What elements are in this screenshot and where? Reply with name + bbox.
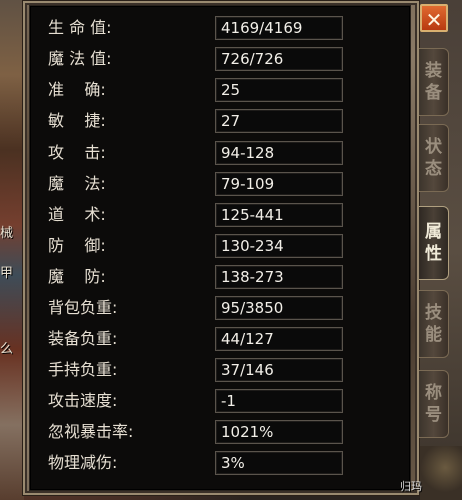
stat-value: 44/127: [221, 330, 274, 348]
stat-label: 忽视暴击率:: [48, 422, 134, 441]
tab-label-char: 装: [425, 61, 442, 81]
stat-value-box: 4169/4169: [215, 16, 343, 40]
stat-label: 物理减伤:: [48, 453, 118, 472]
stat-value-box: 130-234: [215, 234, 343, 258]
stat-value-box: 138-273: [215, 265, 343, 289]
stats-panel: 生 命 值: 4169/4169 魔 法 值: 726/726 准 确: 25 …: [30, 6, 410, 490]
stat-value-box: 44/127: [215, 327, 343, 351]
stat-row-equip-weight: 装备负重: 44/127: [30, 327, 410, 351]
tab-label-char: 称: [425, 383, 442, 403]
stat-row-magic: 魔 法: 79-109: [30, 172, 410, 196]
tab-label-char: 状: [425, 137, 442, 157]
stat-value: 79-109: [221, 175, 275, 193]
stat-value: 95/3850: [221, 299, 284, 317]
tab-label-char: 能: [425, 325, 442, 345]
stat-row-bag-weight: 背包负重: 95/3850: [30, 296, 410, 320]
stat-label: 敏 捷:: [48, 111, 106, 130]
stat-label: 背包负重:: [48, 298, 118, 317]
tab-label-char: 备: [425, 83, 442, 103]
stat-value: 138-273: [221, 268, 284, 286]
stat-value-box: 726/726: [215, 47, 343, 71]
stat-value: 4169/4169: [221, 19, 303, 37]
stat-row-attack-speed: 攻击速度: -1: [30, 389, 410, 413]
stat-row-physical-reduction: 物理减伤: 3%: [30, 451, 410, 475]
stat-label: 攻 击:: [48, 143, 106, 162]
stat-label: 手持负重:: [48, 360, 118, 379]
stat-value-box: 95/3850: [215, 296, 343, 320]
tab-label-char: 态: [425, 159, 442, 179]
tab-equipment[interactable]: 装 备: [419, 48, 449, 116]
stat-row-taoism: 道 术: 125-441: [30, 203, 410, 227]
stat-label: 装备负重:: [48, 329, 118, 348]
game-world-background: [0, 0, 24, 500]
stat-row-ignore-crit: 忽视暴击率: 1021%: [30, 420, 410, 444]
stat-row-agility: 敏 捷: 27: [30, 109, 410, 133]
stat-label: 道 术:: [48, 205, 106, 224]
corner-ornament: [420, 446, 462, 500]
tab-skills[interactable]: 技 能: [419, 290, 449, 358]
stat-row-hand-weight: 手持负重: 37/146: [30, 358, 410, 382]
character-window: 械 甲 么 生 命 值: 4169/4169 魔 法 值: 726/726 准 …: [0, 0, 462, 500]
stat-value: 726/726: [221, 50, 284, 68]
stat-label: 攻击速度:: [48, 391, 118, 410]
stat-label: 魔 法:: [48, 174, 106, 193]
stat-row-magic-defense: 魔 防: 138-273: [30, 265, 410, 289]
stat-label: 魔 法 值:: [48, 49, 112, 68]
stat-value-box: 79-109: [215, 172, 343, 196]
tab-label-char: 性: [425, 244, 442, 264]
tab-attributes[interactable]: 属 性: [419, 206, 449, 280]
stat-value-box: -1: [215, 389, 343, 413]
background-text-fragment: 甲: [0, 266, 14, 281]
stat-value: 1021%: [221, 423, 274, 441]
stat-row-hp: 生 命 值: 4169/4169: [30, 16, 410, 40]
stat-label: 魔 防:: [48, 267, 106, 286]
stat-label: 防 御:: [48, 236, 106, 255]
stat-value: 37/146: [221, 361, 274, 379]
stat-row-mp: 魔 法 值: 726/726: [30, 47, 410, 71]
stat-row-accuracy: 准 确: 25: [30, 78, 410, 102]
stat-value-box: 25: [215, 78, 343, 102]
stat-value: 130-234: [221, 237, 284, 255]
stat-label: 准 确:: [48, 80, 106, 99]
stat-value: -1: [221, 392, 236, 410]
close-button[interactable]: ✕: [420, 4, 448, 32]
tab-label-char: 技: [425, 303, 442, 323]
tab-label-char: 属: [425, 222, 442, 242]
stat-value-box: 27: [215, 109, 343, 133]
stat-value-box: 125-441: [215, 203, 343, 227]
stat-value: 25: [221, 81, 241, 99]
background-text-fragment: 械: [0, 226, 14, 241]
background-text-fragment: 么: [0, 342, 14, 357]
stat-value-box: 1021%: [215, 420, 343, 444]
stat-value: 3%: [221, 454, 245, 472]
background-text-fragment: 归玛: [400, 480, 422, 493]
stat-value-box: 94-128: [215, 141, 343, 165]
stat-value-box: 37/146: [215, 358, 343, 382]
stat-row-defense: 防 御: 130-234: [30, 234, 410, 258]
stat-value: 27: [221, 112, 241, 130]
stat-label: 生 命 值:: [48, 18, 112, 37]
tab-status[interactable]: 状 态: [419, 124, 449, 192]
stat-value-box: 3%: [215, 451, 343, 475]
tab-label-char: 号: [425, 405, 442, 425]
stat-value: 94-128: [221, 144, 275, 162]
tab-titles[interactable]: 称 号: [419, 370, 449, 438]
stat-row-attack: 攻 击: 94-128: [30, 141, 410, 165]
stat-value: 125-441: [221, 206, 284, 224]
